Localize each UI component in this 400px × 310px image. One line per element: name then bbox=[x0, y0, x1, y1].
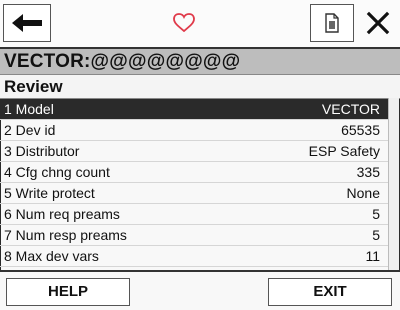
item-label: 4 Cfg chng count bbox=[4, 164, 110, 180]
favorite-button[interactable] bbox=[66, 4, 302, 42]
help-button[interactable]: HELP bbox=[6, 278, 130, 306]
close-x-icon bbox=[366, 11, 390, 35]
list-item[interactable]: 4 Cfg chng count 335 bbox=[0, 162, 388, 183]
arrow-left-icon bbox=[12, 14, 42, 32]
device-title: VECTOR:@@@@@@@@ bbox=[0, 49, 400, 75]
list-item[interactable]: 2 Dev id 65535 bbox=[0, 120, 388, 141]
item-label: 8 Max dev vars bbox=[4, 248, 99, 264]
item-value: 5 bbox=[372, 227, 380, 243]
item-label: 3 Distributor bbox=[4, 143, 80, 159]
item-value: 11 bbox=[365, 248, 380, 264]
section-header: Review bbox=[0, 75, 400, 98]
list-item[interactable]: 6 Num req preams 5 bbox=[0, 204, 388, 225]
item-label: 2 Dev id bbox=[4, 122, 56, 138]
back-button[interactable] bbox=[3, 4, 51, 42]
item-label: 6 Num req preams bbox=[4, 206, 120, 222]
scrollbar[interactable] bbox=[388, 98, 399, 270]
item-label: 7 Num resp preams bbox=[4, 227, 127, 243]
item-value: ESP Safety bbox=[308, 143, 380, 159]
heart-outline-icon bbox=[173, 13, 195, 33]
item-label: 5 Write protect bbox=[4, 185, 95, 201]
document-button[interactable] bbox=[310, 4, 354, 42]
list-item[interactable]: 8 Max dev vars 11 bbox=[0, 246, 388, 267]
list-item[interactable]: 1 Model VECTOR bbox=[0, 99, 388, 120]
review-list: 1 Model VECTOR 2 Dev id 65535 3 Distribu… bbox=[0, 98, 400, 271]
list-item[interactable]: 7 Num resp preams 5 bbox=[0, 225, 388, 246]
toolbar bbox=[0, 0, 400, 49]
softkey-bar: HELP EXIT bbox=[0, 270, 400, 310]
item-label: 1 Model bbox=[4, 101, 54, 117]
item-value: None bbox=[346, 185, 380, 201]
exit-button[interactable]: EXIT bbox=[268, 278, 392, 306]
item-value: 5 bbox=[372, 206, 380, 222]
list-item[interactable]: 5 Write protect None bbox=[0, 183, 388, 204]
document-icon bbox=[325, 13, 339, 33]
item-value: 65535 bbox=[341, 122, 380, 138]
item-value: VECTOR bbox=[321, 101, 380, 117]
close-button[interactable] bbox=[358, 4, 398, 42]
list-item[interactable]: 3 Distributor ESP Safety bbox=[0, 141, 388, 162]
item-value: 335 bbox=[356, 164, 380, 180]
